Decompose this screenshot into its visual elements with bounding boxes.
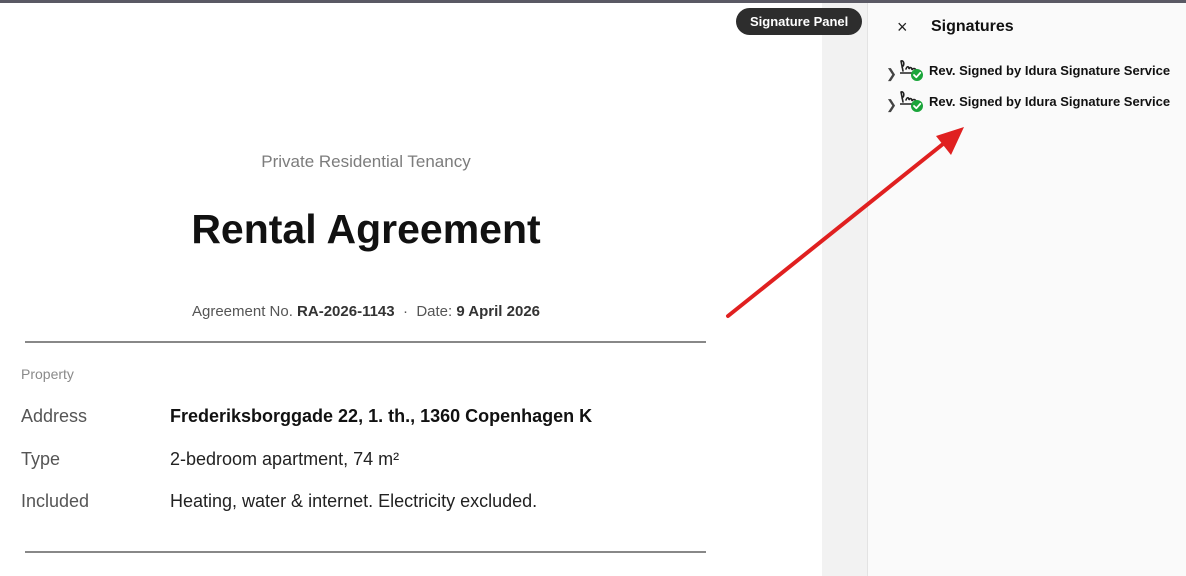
- annotation-arrow: [726, 127, 964, 318]
